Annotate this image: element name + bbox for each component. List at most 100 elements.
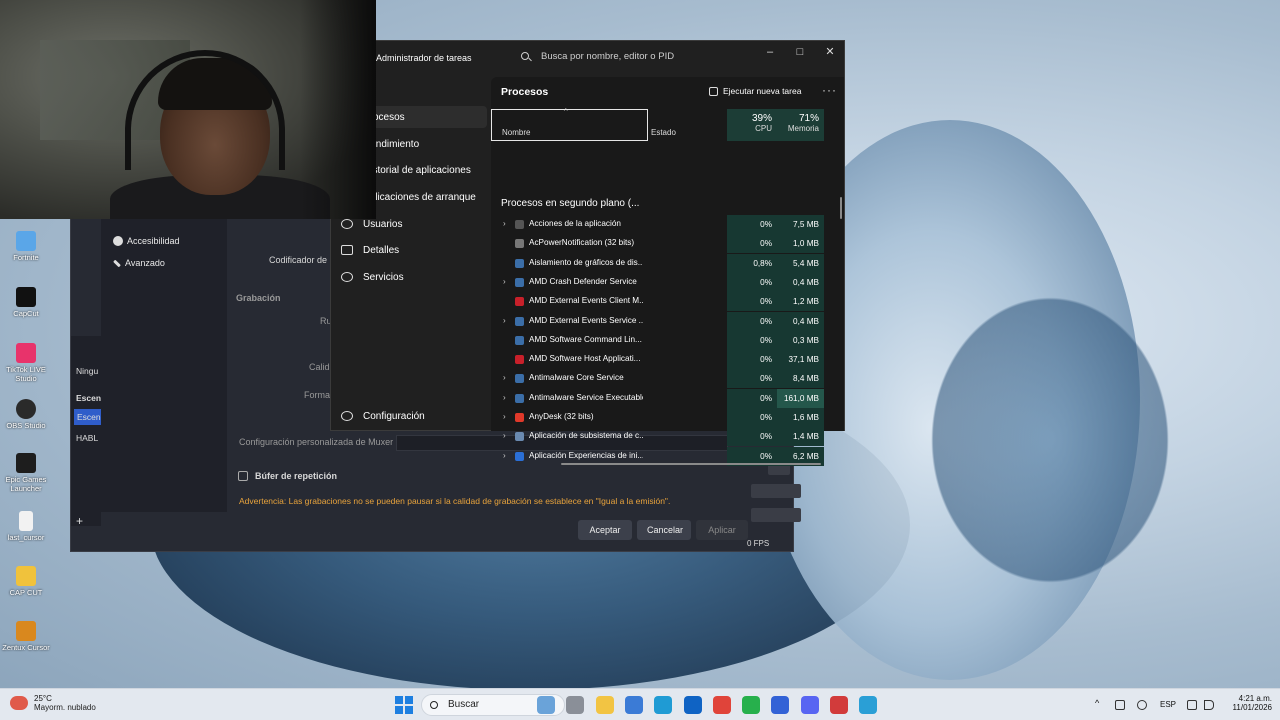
expand-chevron-icon[interactable]: › bbox=[503, 277, 506, 286]
replay-buffer-checkbox[interactable] bbox=[238, 471, 248, 481]
widgets-app-icon[interactable] bbox=[537, 696, 555, 714]
microphone-icon[interactable] bbox=[1137, 700, 1147, 710]
column-header-cpu[interactable]: 39% CPU bbox=[727, 109, 777, 141]
process-row[interactable]: › Antimalware Service Executable 0% 161,0 M… bbox=[491, 388, 826, 408]
accept-button[interactable]: Aceptar bbox=[578, 520, 632, 540]
obs-control[interactable] bbox=[751, 484, 801, 498]
outlook-icon[interactable] bbox=[683, 696, 702, 714]
process-row[interactable]: AMD External Events Client M... 0% 1,2 MB bbox=[491, 292, 826, 312]
process-row[interactable]: › AnyDesk (32 bits) 0% 1,6 MB bbox=[491, 408, 826, 427]
desktop-icon-last-cursor[interactable]: last_cursor bbox=[0, 511, 52, 542]
discord-icon[interactable] bbox=[800, 696, 819, 714]
column-header-name[interactable]: ⌃ Nombre bbox=[491, 107, 648, 141]
process-row[interactable]: › Aplicación de subsistema de c... 0% 1,4 M… bbox=[491, 427, 826, 447]
column-header-memory[interactable]: 71% Memoria bbox=[777, 109, 824, 141]
process-cpu: 0% bbox=[727, 408, 777, 427]
process-row[interactable]: › AMD Crash Defender Service 0% 0,4 MB bbox=[491, 272, 826, 292]
search-placeholder: Busca por nombre, editor o PID bbox=[541, 51, 675, 62]
expand-chevron-icon[interactable]: › bbox=[503, 393, 506, 402]
expand-chevron-icon[interactable]: › bbox=[503, 373, 506, 382]
process-row[interactable]: › Antimalware Core Service 0% 8,4 MB bbox=[491, 369, 826, 389]
start-button[interactable] bbox=[395, 696, 413, 714]
desktop-icon-obs[interactable]: OBS Studio bbox=[0, 399, 52, 430]
group-header-background[interactable]: Procesos en segundo plano (... bbox=[501, 198, 639, 209]
process-row[interactable]: › AMD External Events Service ... 0% 0,4 MB bbox=[491, 311, 826, 331]
desktop-icon-tiktok-live[interactable]: TikTok LIVE Studio bbox=[0, 343, 52, 383]
microsoft-store-icon[interactable] bbox=[624, 696, 643, 714]
task-manager-window: Administrador de tareas Busca por nombre… bbox=[330, 40, 845, 466]
process-cpu: 0% bbox=[727, 292, 777, 312]
minimize-button[interactable]: – bbox=[761, 44, 779, 60]
desktop-icon-epic[interactable]: Epic Games Launcher bbox=[0, 453, 52, 493]
obs-sidebar-item-accesibilidad[interactable]: Accesibilidad bbox=[113, 236, 180, 246]
nav-configuracion[interactable]: Configuración bbox=[341, 405, 487, 427]
file-explorer-icon[interactable] bbox=[595, 696, 614, 714]
process-memory: 1,2 MB bbox=[777, 292, 824, 312]
task-view-icon[interactable] bbox=[566, 696, 585, 714]
expand-chevron-icon[interactable]: › bbox=[503, 412, 506, 421]
expand-chevron-icon[interactable]: › bbox=[503, 451, 506, 460]
language-indicator[interactable]: ESP bbox=[1160, 700, 1176, 709]
cancel-button[interactable]: Cancelar bbox=[637, 520, 691, 540]
desktop-icon-label: Epic Games Launcher bbox=[5, 475, 47, 493]
expand-chevron-icon[interactable]: › bbox=[503, 431, 506, 440]
desktop-icon-capcut[interactable]: CapCut bbox=[0, 287, 52, 318]
maximize-button[interactable]: □ bbox=[791, 44, 809, 60]
task-manager-icon[interactable] bbox=[859, 696, 878, 714]
desktop-icon-label: Zentux Cursor bbox=[2, 643, 50, 652]
close-button[interactable]: ✕ bbox=[821, 44, 839, 60]
obs-control[interactable] bbox=[751, 508, 801, 522]
expand-chevron-icon[interactable]: › bbox=[503, 219, 506, 228]
scene-item-selected[interactable]: Escen bbox=[74, 409, 102, 425]
nav-detalles[interactable]: Detalles bbox=[341, 239, 487, 261]
obs-sidebar-item-avanzado[interactable]: Avanzado bbox=[113, 258, 165, 268]
desktop-icon-zentux[interactable]: Zentux Cursor bbox=[0, 621, 52, 652]
app-red-icon[interactable] bbox=[830, 696, 848, 714]
app-blue-icon[interactable] bbox=[771, 696, 790, 714]
nav-servicios[interactable]: Servicios bbox=[341, 266, 487, 288]
clock[interactable]: 4:21 a.m. 11/01/2026 bbox=[1222, 694, 1272, 712]
expand-chevron-icon[interactable]: › bbox=[503, 316, 506, 325]
column-label: Nombre bbox=[502, 128, 531, 137]
obs-sidebar-label: Accesibilidad bbox=[127, 236, 180, 246]
desktop-icon-fortnite[interactable]: Fortnite bbox=[0, 231, 52, 262]
process-cpu: 0% bbox=[727, 388, 777, 408]
process-row[interactable]: Aislamiento de gráficos de dis... 0,8% 5,4… bbox=[491, 253, 826, 273]
chrome-icon[interactable] bbox=[712, 696, 731, 714]
scene-item[interactable]: HABL bbox=[76, 433, 98, 443]
wallpaper-bloom-3 bbox=[900, 260, 1200, 620]
process-row[interactable]: AMD Software Host Applicati... 0% 37,1 MB bbox=[491, 350, 826, 370]
run-new-task-button[interactable]: Ejecutar nueva tarea bbox=[709, 86, 801, 96]
scenes-header: Escen bbox=[76, 393, 102, 403]
process-cpu: 0% bbox=[727, 369, 777, 389]
column-header-status[interactable]: Estado bbox=[651, 128, 676, 137]
desktop-icon-label: OBS Studio bbox=[6, 421, 46, 430]
services-icon bbox=[341, 272, 353, 282]
edge-icon[interactable] bbox=[654, 696, 673, 714]
sync-icon[interactable] bbox=[1115, 700, 1125, 710]
nav-label: Configuración bbox=[363, 410, 425, 422]
weather-widget[interactable]: 25°C Mayorm. nublado bbox=[10, 694, 96, 712]
process-search-input[interactable]: Busca por nombre, editor o PID bbox=[511, 47, 721, 67]
vertical-scrollbar[interactable] bbox=[840, 197, 842, 219]
process-row[interactable]: › Acciones de la aplicación 0% 7,5 MB bbox=[491, 215, 826, 234]
apply-button[interactable]: Aplicar bbox=[696, 520, 748, 540]
horizontal-scrollbar[interactable] bbox=[561, 463, 821, 465]
whatsapp-icon[interactable] bbox=[742, 696, 761, 714]
memory-total: 71% bbox=[798, 113, 819, 124]
process-row[interactable]: AMD Software Command Lin... 0% 0,3 MB bbox=[491, 330, 826, 350]
process-row[interactable]: AcPowerNotification (32 bits) 0% 1,0 MB bbox=[491, 234, 826, 254]
process-name: AMD Crash Defender Service bbox=[529, 276, 637, 286]
desktop-icon-cap-cut-folder[interactable]: CAP CUT bbox=[0, 566, 52, 597]
add-scene-button[interactable]: + bbox=[76, 514, 83, 528]
process-icon bbox=[515, 335, 524, 345]
process-name: AMD Software Host Applicati... bbox=[529, 354, 641, 364]
encoder-label: Codificador de bbox=[269, 255, 328, 265]
capcut-icon bbox=[16, 287, 36, 307]
volume-icon[interactable] bbox=[1204, 700, 1214, 710]
format-label: Forma bbox=[304, 390, 331, 400]
more-options-icon[interactable]: ··· bbox=[822, 83, 837, 97]
tray-chevron-icon[interactable]: ^ bbox=[1095, 698, 1105, 708]
network-icon[interactable] bbox=[1187, 700, 1197, 710]
zentux-icon bbox=[16, 621, 36, 641]
